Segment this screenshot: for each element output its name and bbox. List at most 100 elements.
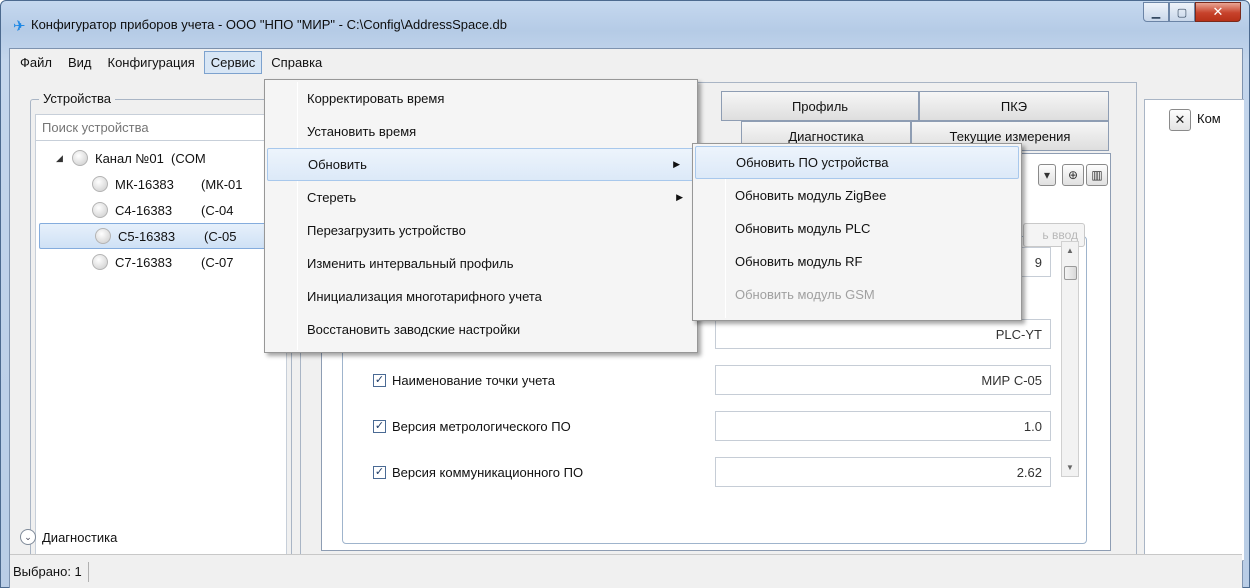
menu-item-label: Корректировать время bbox=[307, 91, 445, 106]
minimize-button[interactable]: ▁ bbox=[1143, 2, 1169, 22]
menu-item-label: Обновить модуль PLC bbox=[735, 221, 871, 236]
param-value[interactable]: МИР С-05 bbox=[715, 365, 1051, 395]
tab-diagnostics-label: Диагностика bbox=[788, 128, 864, 144]
scroll-thumb[interactable] bbox=[1064, 266, 1077, 280]
input-button-label: ь ввод bbox=[1042, 228, 1078, 242]
menu-item-update[interactable]: Обновить ▶ bbox=[267, 148, 695, 181]
close-panel-button[interactable]: ✕ bbox=[1169, 109, 1191, 131]
close-window-button[interactable]: ✕ bbox=[1195, 2, 1241, 22]
menu-item-update-rf[interactable]: Обновить модуль RF bbox=[693, 245, 1021, 278]
status-indicator-icon bbox=[92, 202, 108, 218]
param-checkbox[interactable]: ✓ bbox=[373, 419, 386, 433]
device-name: С7-16383 bbox=[115, 254, 173, 270]
minimize-icon: ▁ bbox=[1151, 6, 1161, 19]
device-port: (С-07 bbox=[201, 254, 234, 270]
diagnostics-label: Диагностика bbox=[42, 529, 118, 545]
devices-group: Устройства ◢ Канал №01 (COM МК-16383 (МК… bbox=[30, 91, 292, 561]
device-port: (С-04 bbox=[201, 202, 234, 218]
tree-device-row[interactable]: С4-16383 (С-04 bbox=[36, 197, 286, 223]
param-value-text: 9 bbox=[1034, 255, 1042, 270]
param-checkbox[interactable]: ✓ bbox=[373, 373, 386, 387]
service-menu: Корректировать время Установить время Об… bbox=[264, 79, 698, 353]
param-value[interactable]: 2.62 bbox=[715, 457, 1051, 487]
menu-item-label: Изменить интервальный профиль bbox=[307, 256, 514, 271]
menu-item-update-gsm: Обновить модуль GSM bbox=[693, 278, 1021, 311]
caption-buttons: ▁ ▢ ✕ bbox=[1143, 2, 1241, 22]
menu-item-label: Стереть bbox=[307, 190, 357, 205]
param-value-text: 2.62 bbox=[1016, 465, 1042, 480]
scroll-down-icon[interactable]: ▼ bbox=[1062, 463, 1078, 472]
status-selected: Выбрано: 1 bbox=[13, 564, 82, 579]
menu-item-update-zigbee[interactable]: Обновить модуль ZigBee bbox=[693, 179, 1021, 212]
menu-item-multitariff-init[interactable]: Инициализация многотарифного учета bbox=[265, 280, 697, 313]
diagnostics-expander[interactable]: ⌄ Диагностика bbox=[20, 529, 117, 545]
vertical-scrollbar[interactable]: ▲ ▼ bbox=[1061, 241, 1079, 477]
tree-expand-icon[interactable]: ◢ bbox=[56, 153, 66, 164]
param-value-partial[interactable]: PLC-YT bbox=[715, 319, 1051, 349]
menu-item-factory-reset[interactable]: Восстановить заводские настройки bbox=[265, 313, 697, 346]
scroll-up-icon[interactable]: ▲ bbox=[1062, 246, 1078, 255]
tree-device-row[interactable]: С7-16383 (С-07 bbox=[36, 249, 286, 275]
menu-item-label: Обновить ПО устройства bbox=[736, 155, 889, 170]
add-icon: ⊕ bbox=[1067, 168, 1079, 182]
device-name: С4-16383 bbox=[115, 202, 173, 218]
menu-service[interactable]: Сервис bbox=[203, 50, 263, 74]
menu-item-label: Установить время bbox=[307, 124, 417, 139]
menu-item-adjust-time[interactable]: Корректировать время bbox=[265, 82, 697, 115]
device-name: МК-16383 bbox=[115, 176, 174, 192]
tab-pke[interactable]: ПКЭ bbox=[919, 91, 1109, 121]
menu-item-erase[interactable]: Стереть ▶ bbox=[265, 181, 697, 214]
menu-item-interval-profile[interactable]: Изменить интервальный профиль bbox=[265, 247, 697, 280]
status-indicator-icon bbox=[95, 228, 111, 244]
tab-profile-label: Профиль bbox=[791, 98, 849, 114]
tab-pke-label: ПКЭ bbox=[1000, 98, 1028, 114]
menu-item-label: Обновить bbox=[308, 157, 367, 172]
menu-item-label: Перезагрузить устройство bbox=[307, 223, 466, 238]
tree-device-row[interactable]: МК-16383 (МК-01 bbox=[36, 171, 286, 197]
chevron-down-icon[interactable]: ⌄ bbox=[20, 529, 36, 545]
menu-view[interactable]: Вид bbox=[61, 51, 99, 74]
chevron-right-icon: ▶ bbox=[673, 159, 680, 169]
device-name: С5-16383 bbox=[118, 228, 176, 244]
status-indicator-icon bbox=[92, 254, 108, 270]
dropdown-arrow-icon: ▾ bbox=[1043, 168, 1051, 182]
title-bar[interactable]: ✈ Конфигуратор приборов учета - ООО "НПО… bbox=[1, 1, 1249, 47]
menu-item-label: Обновить модуль GSM bbox=[735, 287, 875, 302]
maximize-icon: ▢ bbox=[1176, 6, 1188, 19]
param-label: Наименование точки учета bbox=[392, 372, 555, 388]
status-indicator-icon bbox=[92, 176, 108, 192]
param-label: Версия коммуникационного ПО bbox=[392, 464, 584, 480]
add-button[interactable]: ⊕ bbox=[1062, 164, 1084, 186]
menu-item-update-firmware[interactable]: Обновить ПО устройства bbox=[695, 146, 1019, 179]
right-panel: ✕ Ком bbox=[1144, 99, 1244, 561]
device-port: (С-05 bbox=[204, 228, 237, 244]
menu-file[interactable]: Файл bbox=[13, 51, 59, 74]
menu-item-label: Обновить модуль ZigBee bbox=[735, 188, 887, 203]
device-port: (МК-01 bbox=[201, 176, 243, 192]
devices-panel: ◢ Канал №01 (COM МК-16383 (МК-01 С4-1638… bbox=[35, 114, 287, 556]
tab-profile[interactable]: Профиль bbox=[721, 91, 919, 121]
maximize-button[interactable]: ▢ bbox=[1169, 2, 1195, 22]
dropdown-button[interactable]: ▾ bbox=[1038, 164, 1056, 186]
menu-configuration[interactable]: Конфигурация bbox=[101, 51, 202, 74]
menu-item-set-time[interactable]: Установить время bbox=[265, 115, 697, 148]
menu-item-label: Инициализация многотарифного учета bbox=[307, 289, 542, 304]
trash-icon: ▥ bbox=[1091, 168, 1103, 182]
param-label: Версия метрологического ПО bbox=[392, 418, 571, 434]
param-row: ✓ Версия метрологического ПО bbox=[373, 411, 571, 441]
tree-channel-row[interactable]: ◢ Канал №01 (COM bbox=[36, 145, 286, 171]
menu-item-label: Восстановить заводские настройки bbox=[307, 322, 521, 337]
delete-button[interactable]: ▥ bbox=[1086, 164, 1108, 186]
menu-bar: Файл Вид Конфигурация Сервис Справка bbox=[10, 49, 1242, 75]
devices-group-label: Устройства bbox=[39, 91, 116, 106]
device-search-input[interactable] bbox=[36, 115, 286, 141]
menu-help[interactable]: Справка bbox=[264, 51, 329, 74]
param-value[interactable]: 1.0 bbox=[715, 411, 1051, 441]
menu-item-update-plc[interactable]: Обновить модуль PLC bbox=[693, 212, 1021, 245]
param-checkbox[interactable]: ✓ bbox=[373, 465, 386, 479]
chevron-right-icon: ▶ bbox=[676, 192, 683, 202]
tree-device-row-selected[interactable]: С5-16383 (С-05 bbox=[39, 223, 284, 249]
channel-name: Канал №01 bbox=[95, 150, 164, 166]
param-row: ✓ Наименование точки учета bbox=[373, 365, 555, 395]
menu-item-reboot[interactable]: Перезагрузить устройство bbox=[265, 214, 697, 247]
